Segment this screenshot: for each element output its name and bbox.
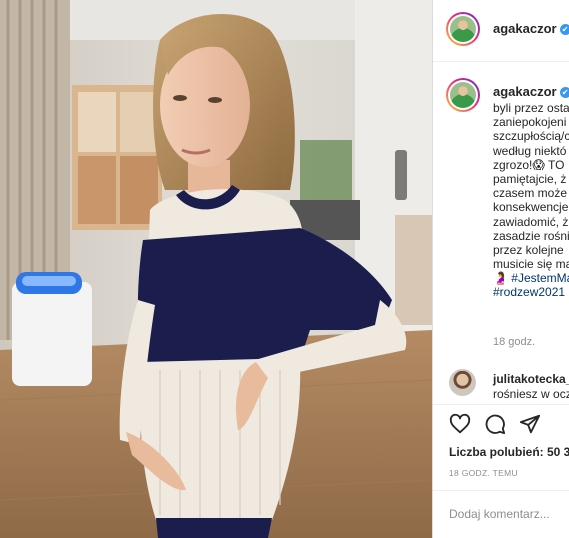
post-date[interactable]: 18 GODZ. TEMU — [449, 468, 518, 478]
caption-line: byli przez osta — [493, 101, 569, 115]
commenter-avatar[interactable] — [449, 369, 476, 396]
caption-line: zgrozo!😱 TO — [493, 157, 565, 172]
heart-icon[interactable] — [449, 413, 471, 440]
verified-badge-icon: ✔ — [559, 87, 569, 98]
caption-timestamp[interactable]: 18 godz. — [493, 336, 535, 348]
header-username-text[interactable]: agakaczor — [493, 21, 557, 36]
hashtag-link[interactable]: 🤰 #JestemMa — [493, 271, 569, 285]
add-comment-input[interactable]: Dodaj komentarz... — [449, 507, 550, 521]
caption-line: czasem może — [493, 186, 568, 201]
author-avatar[interactable] — [446, 12, 480, 46]
post-photo[interactable] — [0, 0, 432, 538]
comment-icon[interactable] — [484, 413, 506, 440]
paper-plane-icon[interactable] — [519, 413, 541, 440]
actions-divider — [433, 404, 569, 405]
caption-line: konsekwencje — [493, 200, 569, 215]
caption-line: zasadzie rośni — [493, 228, 569, 243]
post-photo-image — [0, 0, 432, 538]
caption-author-avatar[interactable] — [446, 78, 480, 112]
caption-line: pamiętajcie, ż — [493, 171, 567, 186]
caption-line: przez kolejne — [493, 242, 564, 257]
likes-count[interactable]: Liczba polubień: 50 30 — [449, 445, 569, 459]
caption-line: szczupłością/c — [493, 129, 569, 144]
comment-text: rośniesz w ocz — [493, 387, 569, 401]
post-side-panel: agakaczor ✔ agakaczor ✔ byli przez osta za… — [432, 0, 569, 538]
hashtag-link[interactable]: #rodzew2021 — [493, 285, 569, 299]
post-caption: byli przez osta zaniepokojeni szczupłośc… — [493, 101, 569, 300]
header-divider — [433, 61, 569, 62]
commenter-username[interactable]: julitakotecka_ — [493, 372, 569, 386]
comment-box-divider — [433, 490, 569, 491]
caption-line: musicie się ma — [493, 257, 569, 272]
caption-line: według niektó — [493, 143, 567, 158]
header-username[interactable]: agakaczor ✔ — [493, 21, 569, 36]
caption-line: zaniepokojeni — [493, 115, 567, 130]
verified-badge-icon: ✔ — [559, 24, 569, 35]
caption-username-text[interactable]: agakaczor — [493, 84, 557, 99]
caption-line: zawiadomić, ż — [493, 214, 569, 229]
caption-username[interactable]: agakaczor ✔ — [493, 84, 569, 99]
